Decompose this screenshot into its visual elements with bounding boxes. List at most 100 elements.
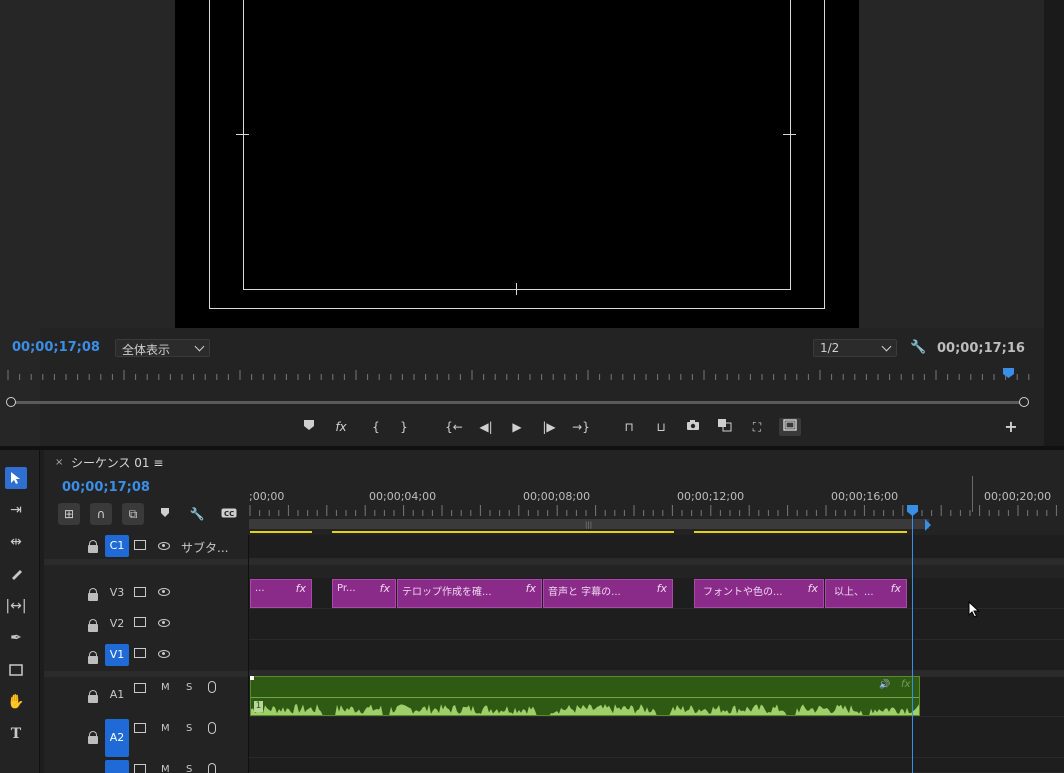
eye-icon[interactable] [158, 619, 170, 627]
mark-out-button[interactable]: } [395, 418, 413, 436]
track-lane-a2[interactable] [249, 717, 1064, 758]
track-header-a2[interactable] [44, 717, 249, 758]
solo-button[interactable]: S [186, 723, 192, 734]
lock-icon[interactable] [88, 731, 98, 746]
export-frame-button[interactable] [684, 418, 702, 436]
track-target-a2[interactable]: A2 [105, 719, 129, 757]
track-lane-v1[interactable] [249, 640, 1064, 671]
lock-icon[interactable] [88, 690, 98, 705]
pen-tool[interactable]: ✒ [5, 627, 27, 649]
track-lane-v2[interactable] [249, 609, 1064, 640]
extract-button[interactable]: ⊔ [652, 418, 670, 436]
snap-button[interactable]: ∩ [90, 503, 112, 525]
play-button[interactable]: ▶ [508, 418, 526, 436]
clip-title: フォントや色の... [703, 587, 783, 598]
close-tab-icon[interactable]: × [55, 457, 63, 468]
audio-clip[interactable]: 1 🔊 fx [250, 676, 920, 716]
zoom-handle-left[interactable] [6, 397, 16, 407]
sync-lock-icon[interactable] [134, 617, 146, 627]
ripple-edit-tool[interactable]: ⇹ [5, 531, 27, 553]
step-back-button[interactable]: ◀| [477, 418, 495, 436]
timeline-timecode[interactable]: 00;00;17;08 [62, 480, 150, 495]
lift-button[interactable]: ⊓ [620, 418, 638, 436]
zoom-handle-right[interactable] [1019, 397, 1029, 407]
sync-lock-icon[interactable] [134, 683, 146, 693]
timeline-settings-button[interactable]: 🔧 [186, 503, 208, 525]
timeline-playhead-line[interactable] [912, 512, 913, 773]
slip-tool[interactable]: |↔| [5, 595, 27, 617]
add-marker-button[interactable] [300, 418, 318, 436]
graphic-clip[interactable]: フォントや色の... fx [694, 579, 824, 608]
graphic-clip[interactable]: ... fx [250, 579, 312, 608]
track-select-tool[interactable]: ⇥ [5, 499, 27, 521]
track-lane-c1[interactable] [249, 535, 1064, 559]
sync-lock-icon[interactable] [134, 764, 146, 773]
graphic-clip[interactable]: 以上、... fx [825, 579, 907, 608]
monitor-time-ruler[interactable] [4, 368, 1030, 384]
step-forward-button[interactable]: |▶ [540, 418, 558, 436]
go-to-out-button[interactable]: →} [572, 418, 590, 436]
lock-icon[interactable] [88, 651, 98, 666]
sequence-tab[interactable]: シーケンス 01 ≡ [71, 454, 163, 471]
solo-button[interactable]: S [186, 682, 192, 693]
track-target-a1[interactable]: A1 [105, 684, 129, 706]
wrench-settings-icon[interactable]: 🔧 [910, 340, 926, 356]
lock-icon[interactable] [88, 619, 98, 634]
panel-menu-icon[interactable]: ≡ [153, 456, 163, 470]
selection-tool[interactable] [5, 467, 27, 489]
microphone-icon[interactable] [208, 722, 216, 734]
track-target-v2[interactable]: V2 [105, 613, 129, 635]
graphic-clip[interactable]: テロップ作成を確... fx [397, 579, 542, 608]
mute-button[interactable]: M [161, 764, 170, 773]
track-target-v1[interactable]: V1 [105, 644, 129, 666]
track-header-a3[interactable] [44, 758, 249, 773]
type-tool[interactable]: T [5, 723, 27, 745]
zoom-scrollbar[interactable] [10, 401, 1024, 404]
resolution-dropdown[interactable]: 1/2 [813, 339, 897, 357]
mute-button[interactable]: M [161, 723, 170, 734]
eye-icon[interactable] [158, 542, 170, 550]
eye-icon[interactable] [158, 588, 170, 596]
insert-sequence-nest-button[interactable]: ⊞ [58, 503, 80, 525]
eye-icon[interactable] [158, 650, 170, 658]
mark-in-button[interactable]: { [367, 418, 385, 436]
fx-toggle-button[interactable]: fx [332, 418, 350, 436]
captions-button[interactable]: CC [218, 503, 240, 525]
solo-button[interactable]: S [186, 764, 192, 773]
track-target-a3[interactable] [105, 760, 129, 773]
track-target-v3[interactable]: V3 [105, 582, 129, 604]
sequence-tab-label: シーケンス 01 [71, 456, 150, 470]
track-header-v1[interactable] [44, 640, 249, 671]
lock-icon[interactable] [88, 588, 98, 603]
rectangle-tool[interactable] [5, 659, 27, 681]
hand-tool[interactable]: ✋ [5, 691, 27, 713]
lock-icon[interactable] [88, 540, 98, 555]
microphone-icon[interactable] [208, 763, 216, 773]
safe-margins-button[interactable] [779, 418, 801, 436]
microphone-icon[interactable] [208, 681, 216, 693]
sync-lock-icon[interactable] [134, 723, 146, 733]
work-area-grip-icon[interactable]: ||| [585, 521, 592, 529]
graphic-clip[interactable]: 音声と 字幕の... fx [543, 579, 673, 608]
mute-button[interactable]: M [161, 682, 170, 693]
track-header-v3[interactable] [44, 578, 249, 609]
linked-selection-button[interactable]: ⧉ [122, 503, 144, 525]
track-header-v2[interactable] [44, 609, 249, 640]
graphic-clip[interactable]: Pr... fx [332, 579, 396, 608]
zoom-level-dropdown[interactable]: 全体表示 [115, 339, 210, 357]
track-target-c1[interactable]: C1 [105, 535, 129, 557]
sync-lock-icon[interactable] [134, 648, 146, 658]
vr-toggle-button[interactable]: ⛶ [748, 418, 766, 436]
playhead-timecode[interactable]: 00;00;17;08 [12, 340, 100, 355]
sync-lock-icon[interactable] [134, 540, 146, 550]
button-editor-button[interactable]: + [1002, 418, 1020, 436]
track-lane-a3[interactable] [249, 758, 1064, 773]
track-header-a1[interactable] [44, 677, 249, 717]
razor-tool[interactable] [5, 563, 27, 585]
comparison-view-button[interactable] [716, 418, 734, 436]
step-forward-icon: |▶ [542, 420, 556, 434]
go-to-in-button[interactable]: {← [445, 418, 463, 436]
sync-lock-icon[interactable] [134, 587, 146, 597]
zoom-level-value: 全体表示 [122, 343, 171, 357]
timeline-add-marker-button[interactable] [154, 503, 176, 525]
